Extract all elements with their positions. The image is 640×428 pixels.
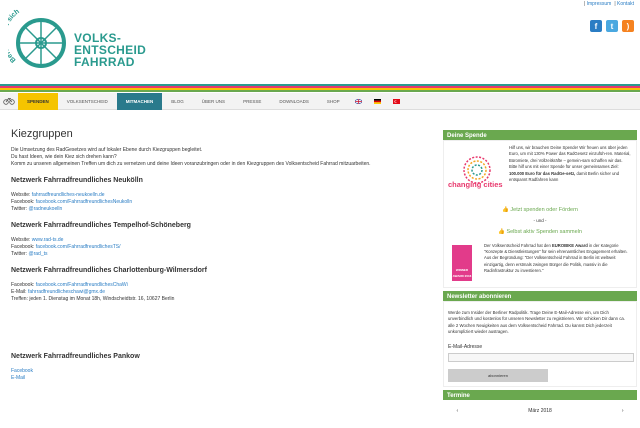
group-title: Netzwerk Fahrradfreundliches Charlottenb…: [11, 267, 207, 274]
subscribe-button[interactable]: abonnieren: [448, 368, 548, 382]
rss-icon[interactable]: ): [622, 20, 634, 32]
spende-box: changing cities Hilf uns, wir brauchen D…: [443, 140, 637, 288]
nav-blog[interactable]: Blog: [162, 93, 193, 110]
flag-tr-icon[interactable]: [392, 98, 400, 104]
top-links: | Impressum | Kontakt: [584, 1, 634, 7]
facebook-link[interactable]: facebook.com/FahrradfreundlichesTS/: [36, 244, 121, 250]
next-month-button[interactable]: ›: [622, 408, 624, 414]
home-bike-icon[interactable]: [0, 93, 18, 110]
group-charlottenburg: Netzwerk Fahrradfreundliches Charlottenb…: [11, 267, 421, 303]
sidebar: Deine Spende changing cities Hilf uns, w…: [443, 130, 637, 414]
group-neukoelln: Netzwerk Fahrradfreundliches Neukölln We…: [11, 177, 421, 213]
flag-uk-icon[interactable]: [354, 98, 362, 104]
twitter-icon[interactable]: t: [606, 20, 618, 32]
facebook-link[interactable]: facebook.com/FahrradfreundlichesNeukolln: [36, 199, 132, 205]
website-link[interactable]: www.rad-ts.de: [32, 237, 64, 243]
spende-heading: Deine Spende: [443, 130, 637, 140]
social-links: f t ): [590, 20, 634, 32]
group-pankow: Netzwerk Fahrradfreundliches Pankow Face…: [11, 353, 421, 382]
eurobike-award-image: WINNER AWARD 2016: [452, 245, 472, 281]
facebook-link[interactable]: Facebook: [11, 368, 33, 374]
nav-ueber-uns[interactable]: Über uns: [193, 93, 234, 110]
impressum-link[interactable]: | Impressum: [584, 1, 611, 7]
facebook-icon[interactable]: f: [590, 20, 602, 32]
calendar-header: ‹ März 2018 ›: [443, 408, 637, 414]
termine-heading: Termine: [443, 389, 637, 400]
email-input[interactable]: [448, 352, 634, 362]
site-logo[interactable]: Berlin dreht sich VOLKS- ENTSCHEID FAHRR…: [1, 8, 168, 78]
intro-line-3: Komm zu unseren allgemeinen Treffen um d…: [11, 161, 371, 167]
group-title: Netzwerk Fahrradfreundliches Tempelhof-S…: [11, 222, 191, 229]
page-title: Kiezgruppen: [11, 128, 73, 140]
facebook-link[interactable]: facebook.com/FahrradfreundlichesChaWi: [36, 282, 128, 288]
newsletter-heading: Newsletter abonnieren: [443, 291, 637, 301]
color-stripes: [0, 84, 640, 92]
spenden-foerdern-link[interactable]: 👍 Jetzt spenden oder Fördern: [448, 207, 632, 213]
und-separator: - und -: [533, 218, 547, 223]
intro-line-2: Du hast Ideen, wie dein Kiez sich drehen…: [11, 154, 117, 160]
email-link[interactable]: fahrradfreundlicheschawi@gmx.de: [28, 289, 105, 295]
nav-spenden[interactable]: Spenden: [18, 92, 58, 110]
spenden-sammeln-link[interactable]: 👍 Selbst aktiv Spenden sammeln: [448, 229, 632, 235]
website-link[interactable]: fahrradfreundliches-neukoelln.de: [32, 192, 105, 198]
flag-de-icon[interactable]: [373, 98, 381, 104]
calendar-month: März 2018: [528, 407, 552, 414]
nav-downloads[interactable]: Downloads: [270, 93, 318, 110]
treffen-text: Treffen: jeden 1. Dienstag im Monat 18h,…: [11, 296, 175, 302]
intro-line-1: Die Umsetzung des RadGesetzes wird auf l…: [11, 147, 203, 153]
nav-shop[interactable]: Shop: [318, 93, 349, 110]
kontakt-link[interactable]: | Kontakt: [614, 1, 634, 7]
prev-month-button[interactable]: ‹: [457, 408, 459, 414]
spende-strong: 100.000 Euro für das RadGe-setz,: [509, 170, 576, 176]
newsletter-box: Werde zum Insider der Berliner Radpoliti…: [443, 301, 637, 387]
twitter-link[interactable]: @radneukoelln: [29, 206, 63, 212]
newsletter-text: Werde zum Insider der Berliner Radpoliti…: [448, 310, 625, 335]
main-content: Kiezgruppen Die Umsetzung des RadGesetze…: [11, 128, 421, 382]
changing-cities-label: changing cities: [448, 180, 503, 189]
twitter-link[interactable]: @rad_ts: [29, 251, 48, 257]
group-tempelhof: Netzwerk Fahrradfreundliches Tempelhof-S…: [11, 222, 421, 258]
email-label: E-Mail-Adresse: [448, 343, 483, 350]
group-title: Netzwerk Fahrradfreundliches Pankow: [11, 353, 140, 360]
award-block: WINNER AWARD 2016 Der Volksentscheid Fahr…: [448, 243, 632, 283]
email-link[interactable]: E-Mail: [11, 375, 25, 381]
main-nav: Spenden Volksentscheid Mitmachen Blog Üb…: [0, 92, 640, 110]
nav-presse[interactable]: Presse: [234, 93, 270, 110]
nav-mitmachen[interactable]: Mitmachen: [116, 92, 163, 110]
spende-text-1: Hilf uns, wir brauchen Deine Spende! Wir…: [509, 145, 631, 170]
nav-volksentscheid[interactable]: Volksentscheid: [58, 93, 117, 110]
logo-line3: FAHRRAD: [74, 55, 135, 69]
group-title: Netzwerk Fahrradfreundliches Neukölln: [11, 177, 143, 184]
